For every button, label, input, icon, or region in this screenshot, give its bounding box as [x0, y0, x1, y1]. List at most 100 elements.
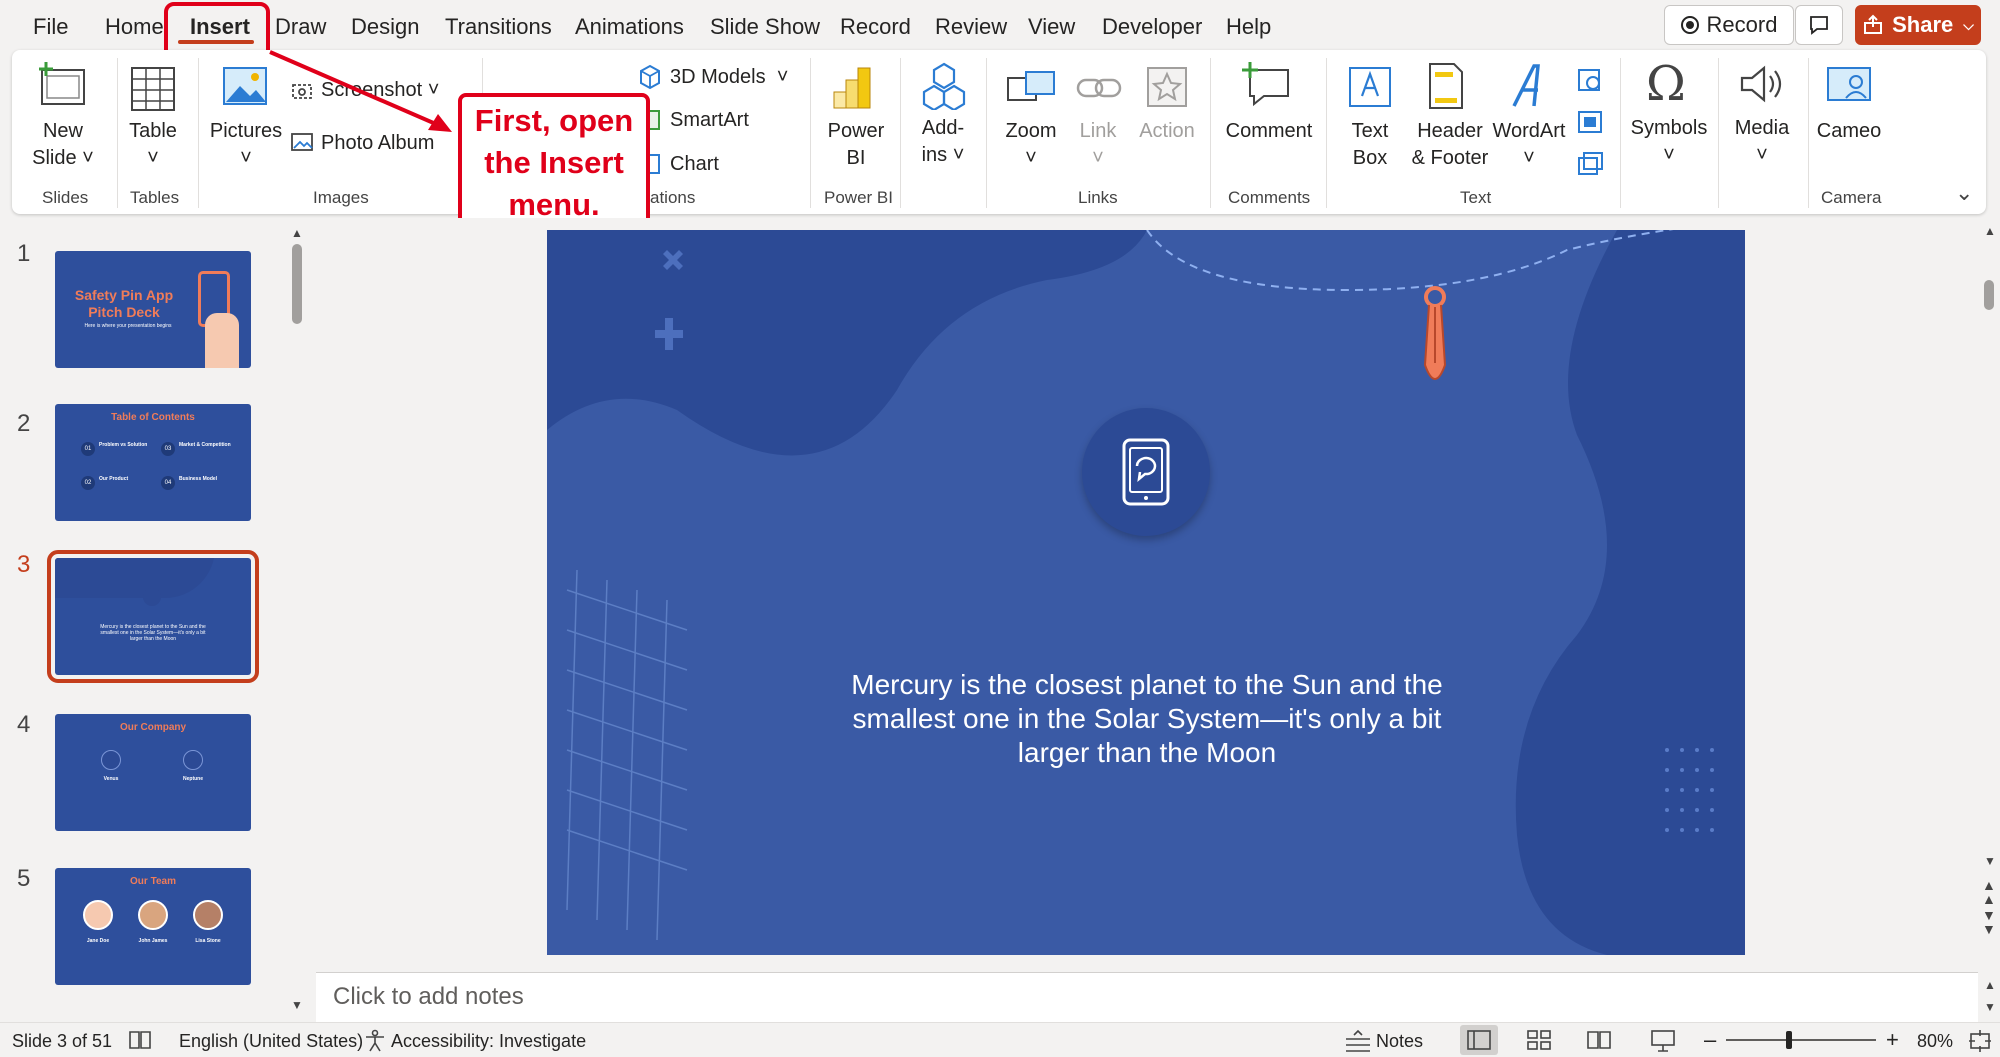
text-box-button[interactable]: Text Box	[1340, 118, 1400, 172]
slide-body-text[interactable]: Mercury is the closest planet to the Sun…	[827, 668, 1467, 770]
zoom-slider-thumb[interactable]	[1786, 1031, 1792, 1049]
chart-button[interactable]: Chart	[670, 153, 719, 176]
spelling-book-icon[interactable]	[128, 1029, 152, 1051]
group-divider	[986, 58, 987, 208]
slide-sorter-icon[interactable]	[1526, 1029, 1552, 1051]
add-ins-button[interactable]: Add-ins ˅	[908, 115, 978, 169]
3d-models-button[interactable]: 3D Models ˅	[670, 66, 788, 89]
zoom-slider-track[interactable]	[1726, 1039, 1876, 1041]
accessibility-status[interactable]: Accessibility: Investigate	[391, 1031, 586, 1052]
toc-item-number: 02	[81, 476, 95, 490]
current-slide[interactable]: Mercury is the closest planet to the Sun…	[547, 230, 1745, 955]
power-bi-button[interactable]: Power BI	[818, 118, 894, 172]
thumb-title: Table of Contents	[111, 412, 195, 423]
slide-counter[interactable]: Slide 3 of 51	[12, 1031, 112, 1052]
slide-thumbnail-4[interactable]: Our Company Venus Neptune	[55, 714, 251, 831]
phone-chat-badge	[1082, 408, 1210, 536]
slideshow-icon[interactable]	[1650, 1029, 1676, 1053]
tab-review[interactable]: Review	[935, 14, 1007, 40]
tab-file[interactable]: File	[33, 14, 68, 40]
zoom-level[interactable]: 80%	[1917, 1031, 1953, 1052]
record-button[interactable]: Record	[1664, 5, 1794, 45]
callout-line-1: First, open	[474, 103, 634, 138]
notes-pane[interactable]: Click to add notes	[316, 972, 1978, 1022]
notes-toggle-button[interactable]: Notes	[1376, 1031, 1423, 1052]
thumb-phone-badge	[143, 588, 161, 606]
tab-view[interactable]: View	[1028, 14, 1075, 40]
zoom-in-button[interactable]: +	[1886, 1027, 1899, 1053]
add-ins-label-1: Add-	[921, 117, 965, 139]
text-box-label-1: Text	[1351, 120, 1389, 142]
zoom-out-button[interactable]: –	[1704, 1027, 1716, 1053]
tab-animations[interactable]: Animations	[575, 14, 684, 40]
slide-thumbnail-3[interactable]: Mercury is the closest planet to the Sun…	[47, 550, 259, 683]
3d-models-icon	[640, 64, 660, 90]
fit-to-window-icon[interactable]	[1968, 1029, 1992, 1053]
new-slide-icon	[39, 62, 85, 105]
notes-placeholder[interactable]: Click to add notes	[333, 983, 524, 1011]
group-divider	[1620, 58, 1621, 208]
scroll-up-icon[interactable]: ▲	[291, 226, 303, 240]
toc-item-label: Our Product	[99, 476, 129, 482]
speaker-icon	[1740, 65, 1782, 103]
tab-record[interactable]: Record	[840, 14, 911, 40]
reading-view-icon[interactable]	[1586, 1029, 1612, 1051]
slide-thumbnail-2[interactable]: Table of Contents 01 02 03 04 Problem vs…	[55, 404, 251, 521]
callout-line-2: the Insert	[484, 145, 624, 180]
wordart-button[interactable]: WordArt ˅	[1490, 118, 1568, 172]
editor-scrollbar[interactable]: ▲ ▼ ▲ ▲ ▼ ▼ ▲ ▼	[1978, 218, 2000, 1022]
slide-thumbnail-5[interactable]: Our Team Jane Doe John James Lisa Stone	[55, 868, 251, 985]
link-label: Link	[1079, 120, 1117, 142]
tab-design[interactable]: Design	[351, 14, 419, 40]
slide-thumbnail-1[interactable]: Safety Pin App Pitch Deck Here is where …	[55, 251, 251, 368]
instruction-callout: First, open the Insert menu.	[458, 93, 650, 235]
hand-illustration	[205, 313, 239, 368]
status-bar: Slide 3 of 51 English (United States) Ac…	[0, 1022, 2000, 1057]
next-slide-icon[interactable]: ▼ ▼	[1982, 908, 1996, 936]
share-button-label: Share	[1892, 12, 1954, 37]
notes-scroll-down-icon[interactable]: ▼	[1984, 1000, 1996, 1014]
header-footer-button[interactable]: Header & Footer	[1404, 118, 1496, 172]
slide-number: 3	[17, 551, 31, 578]
header-footer-icon	[1429, 63, 1463, 109]
link-button[interactable]: Link ˅	[1068, 118, 1128, 172]
notes-scroll-up-icon[interactable]: ▲	[1984, 978, 1996, 992]
table-button[interactable]: Table ˅	[120, 118, 186, 172]
share-button[interactable]: Share ⌵	[1855, 5, 1981, 45]
collapse-ribbon-chevron-icon[interactable]: ⌄	[1955, 180, 1973, 206]
tab-slide-show[interactable]: Slide Show	[710, 14, 820, 40]
scroll-up-icon[interactable]: ▲	[1984, 224, 1996, 238]
scroll-down-icon[interactable]: ▼	[1984, 854, 1996, 868]
text-box-icon	[1349, 67, 1391, 107]
tab-home[interactable]: Home	[105, 14, 164, 40]
thumbnail-scrollbar[interactable]	[292, 244, 302, 324]
smartart-button[interactable]: SmartArt	[670, 109, 749, 132]
action-button[interactable]: Action	[1132, 118, 1202, 145]
new-slide-button[interactable]: New Slide ˅	[30, 118, 96, 172]
group-tables-label: Tables	[130, 188, 180, 207]
tab-transitions[interactable]: Transitions	[445, 14, 552, 40]
zoom-button[interactable]: Zoom ˅	[996, 118, 1066, 172]
comments-button[interactable]	[1795, 5, 1843, 45]
editor-scroll-thumb[interactable]	[1984, 280, 1994, 310]
tab-help[interactable]: Help	[1226, 14, 1271, 40]
scroll-down-icon[interactable]: ▼	[291, 998, 303, 1012]
comment-button[interactable]: Comment	[1222, 118, 1316, 145]
power-bi-label-1: Power	[827, 120, 885, 142]
add-ins-label-2: ins	[921, 144, 948, 166]
symbols-button[interactable]: Symbols ˅	[1626, 115, 1712, 169]
normal-view-icon[interactable]	[1466, 1029, 1492, 1051]
new-comment-icon	[1242, 62, 1289, 107]
tab-developer[interactable]: Developer	[1102, 14, 1202, 40]
language-indicator[interactable]: English (United States)	[179, 1031, 363, 1052]
cameo-button[interactable]: Cameo	[1816, 118, 1882, 145]
thumb-label: John James	[138, 938, 168, 944]
callout-arrow-icon	[269, 50, 452, 132]
previous-slide-icon[interactable]: ▲ ▲	[1982, 878, 1996, 906]
tab-draw[interactable]: Draw	[275, 14, 326, 40]
group-images-label: Images	[313, 188, 369, 207]
thumb-subtitle: Here is where your presentation begins	[84, 323, 172, 329]
media-button[interactable]: Media ˅	[1726, 115, 1798, 169]
phone-chat-icon	[1122, 438, 1170, 506]
accessibility-icon[interactable]	[363, 1029, 387, 1053]
